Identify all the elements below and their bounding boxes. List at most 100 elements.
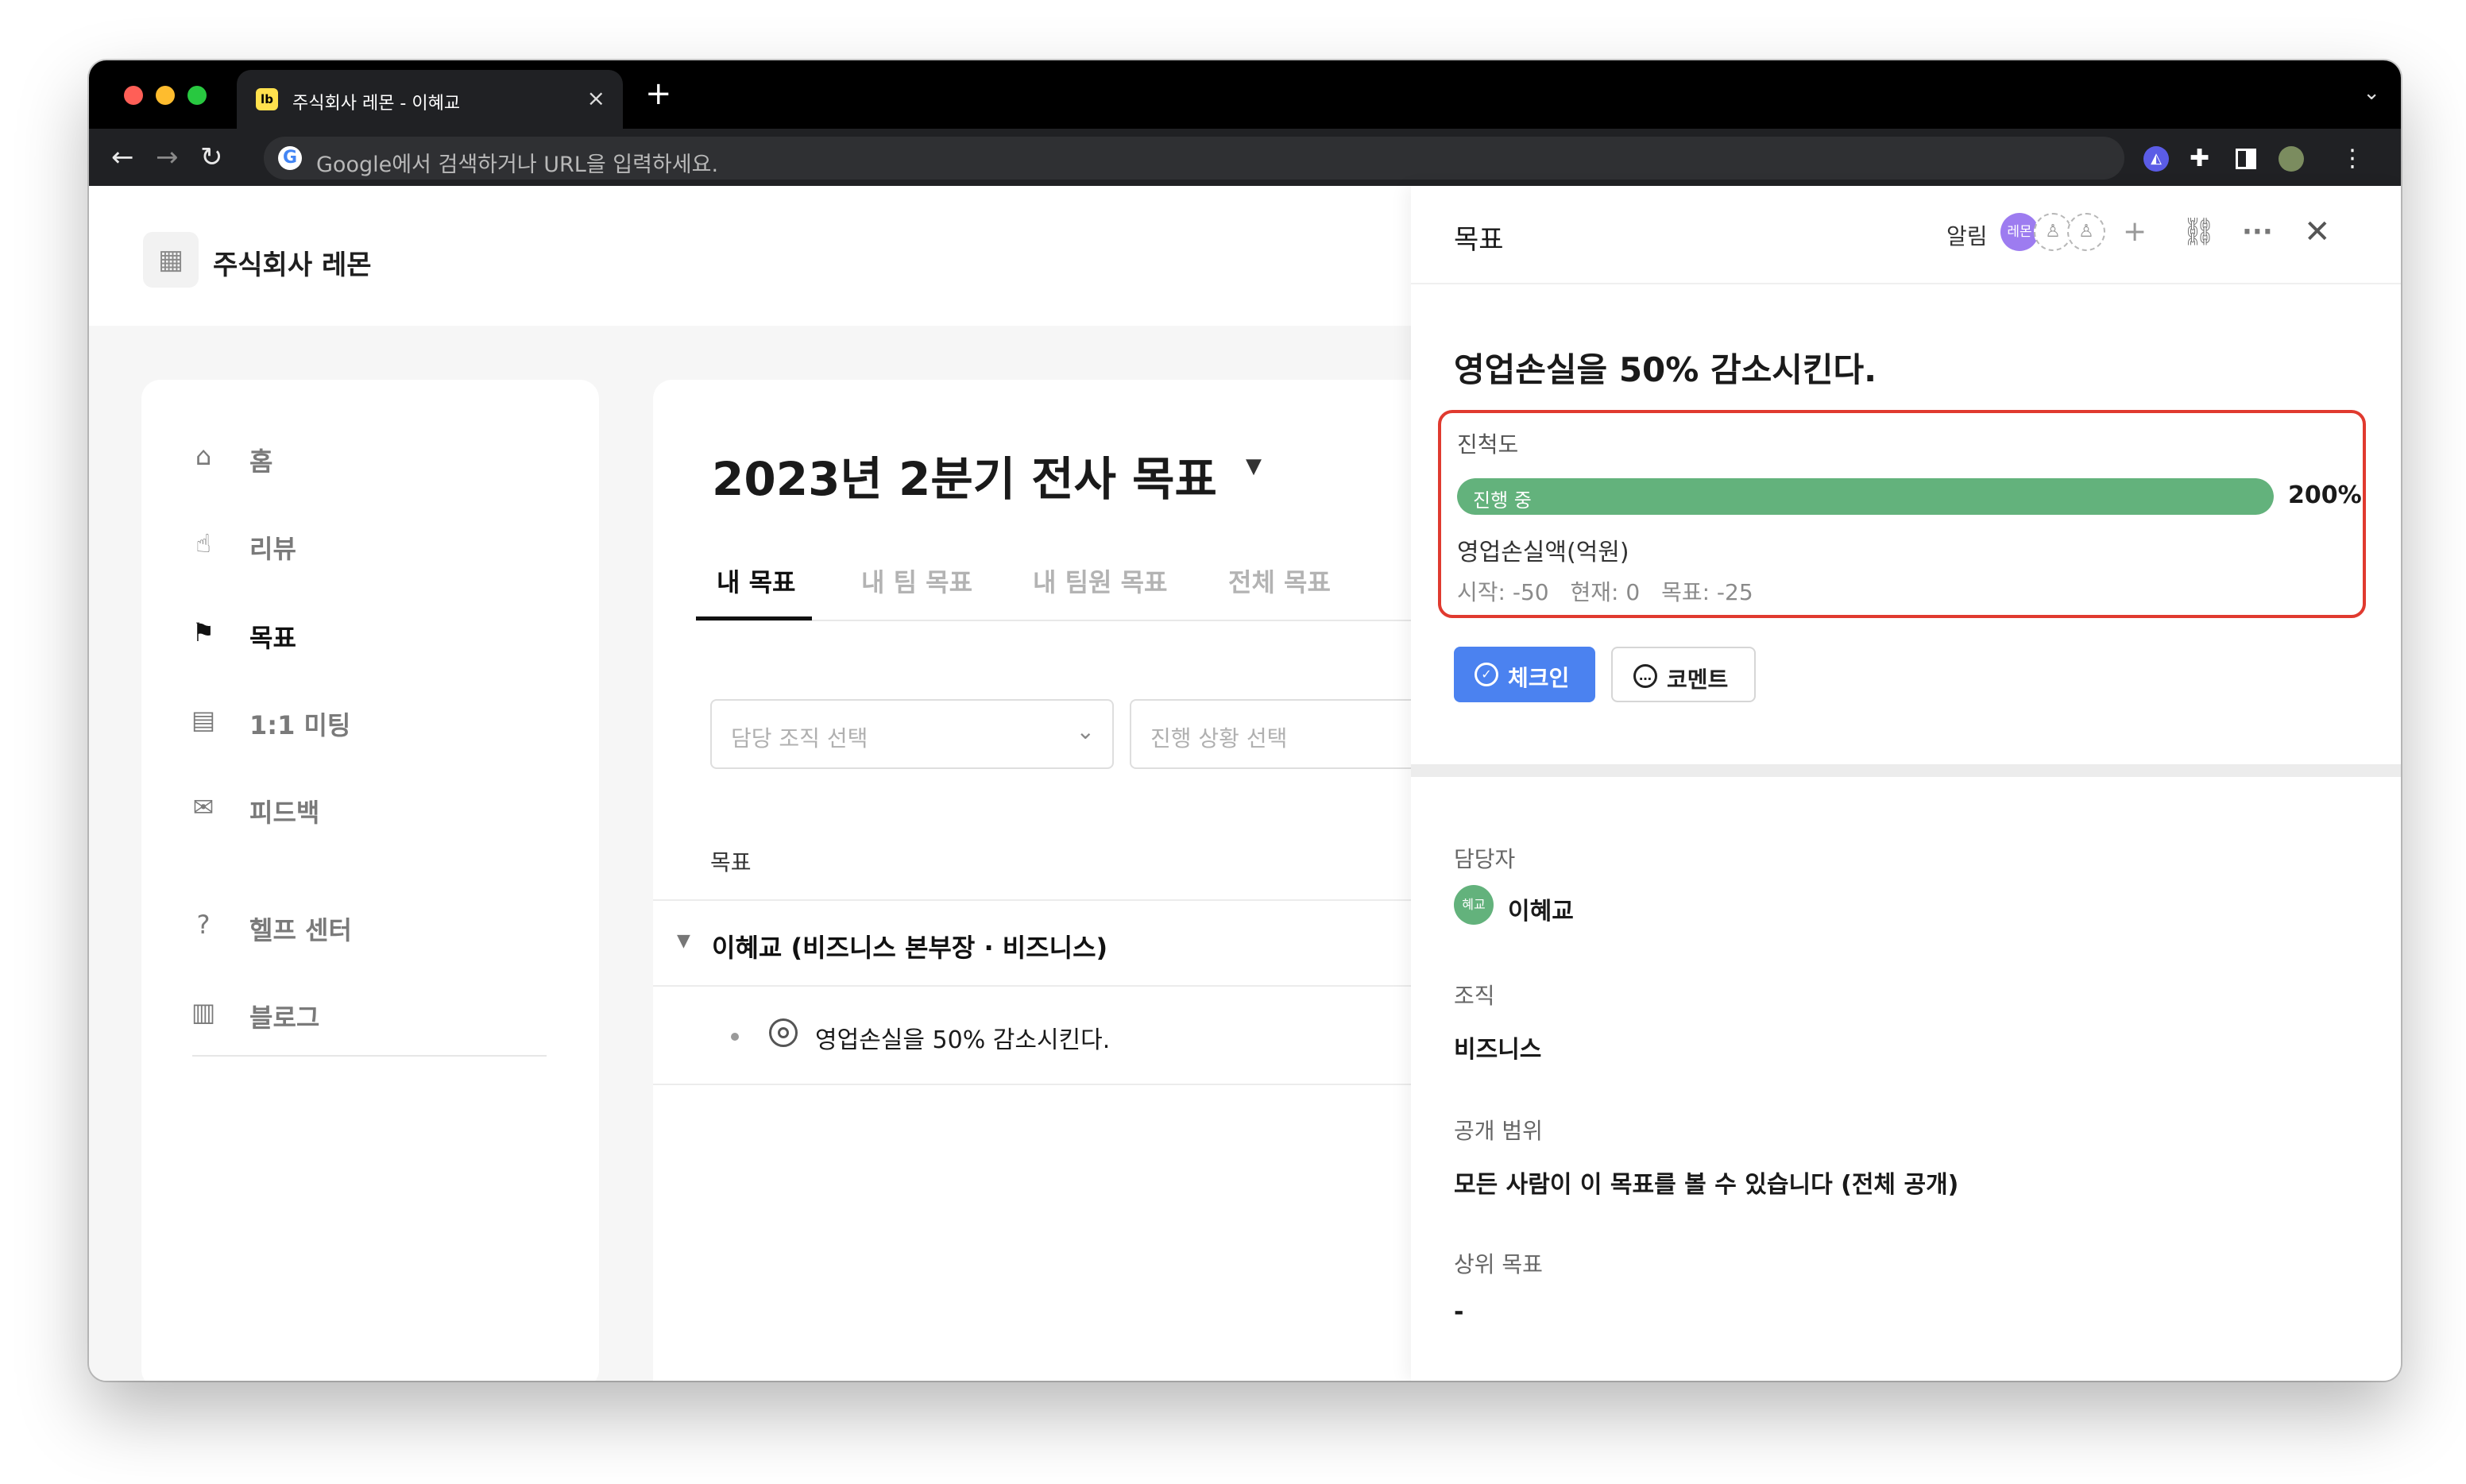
goal-item-title[interactable]: 영업손실을 50% 감소시킨다.: [815, 1020, 1110, 1055]
checkin-button[interactable]: ✓ 체크인: [1454, 647, 1595, 702]
sidebar-item-label: 피드백: [249, 798, 320, 828]
org-filter-select[interactable]: 담당 조직 선택 ⌄: [710, 699, 1114, 769]
close-icon[interactable]: ✕: [2304, 213, 2331, 251]
goal-list-item[interactable]: 영업손실을 50% 감소시킨다.: [653, 987, 1448, 1085]
extension-ai-icon[interactable]: ◭: [2143, 146, 2169, 172]
tab-bar: lb 주식회사 레몬 - 이혜교 × + ⌄: [89, 60, 2401, 129]
parent-goal-label: 상위 목표: [1454, 1251, 1543, 1277]
metric-values: 시작: -50 현재: 0 목표: -25: [1457, 575, 1768, 607]
side-panel-icon[interactable]: [2236, 149, 2256, 169]
tab-search-chevron-icon[interactable]: ⌄: [2363, 81, 2380, 105]
mail-icon: ✉: [192, 792, 215, 822]
sidebar-item-review[interactable]: ☝ 리뷰: [187, 520, 553, 567]
org-filter-placeholder: 담당 조직 선택: [731, 725, 868, 752]
org-name[interactable]: 주식회사 레몬: [213, 243, 372, 282]
progress-section: 진척도 진행 중 200% 영업손실액(억원) 시작: -50 현재: 0 목표…: [1438, 410, 2366, 618]
browser-menu-icon[interactable]: ⋮: [2340, 146, 2366, 172]
minimize-window-button[interactable]: [156, 86, 175, 105]
panel-title: 목표: [1454, 224, 1504, 256]
omnibox-placeholder: Google에서 검색하거나 URL을 입력하세요.: [316, 153, 719, 177]
browser-window: lb 주식회사 레몬 - 이혜교 × + ⌄ ← → ↻ G Google에서 …: [89, 60, 2401, 1381]
user-placeholder-icon[interactable]: ♙: [2034, 213, 2072, 251]
google-logo-icon: G: [278, 146, 302, 170]
metric-current: 현재: 0: [1570, 579, 1641, 605]
sidebar-item-label: 목표: [249, 623, 296, 653]
tab-team-member-goals[interactable]: 내 팀원 목표: [1033, 562, 1167, 599]
help-icon: ?: [196, 910, 211, 940]
sidebar: ⌂ 홈 ☝ 리뷰 ⚑ 목표 ▤ 1:1 미팅 ✉ 피드백 ? 헬프 센터 ▥ 블…: [141, 380, 599, 1381]
target-icon: [769, 1018, 798, 1047]
owner-group-row[interactable]: ▼ 이혜교 (비즈니스 본부장 · 비즈니스): [653, 899, 1448, 987]
visibility-value: 모든 사람이 이 목표를 볼 수 있습니다 (전체 공개): [1454, 1171, 1959, 1199]
sidebar-divider: [192, 1055, 547, 1057]
period-dropdown-caret-icon[interactable]: ▼: [1246, 454, 1262, 478]
extensions-puzzle-icon[interactable]: ✚: [2190, 146, 2215, 172]
sidebar-item-one-on-one[interactable]: ▤ 1:1 미팅: [187, 696, 553, 744]
metric-target: 목표: -25: [1661, 579, 1753, 605]
link-icon[interactable]: ⛓: [2182, 213, 2216, 251]
chevron-down-icon: ⌄: [1076, 718, 1095, 744]
omnibox[interactable]: G Google에서 검색하거나 URL을 입력하세요.: [264, 137, 2124, 180]
goals-main: 2023년 2분기 전사 목표 ▼ 내 목표 내 팀 목표 내 팀원 목표 전체…: [653, 380, 1448, 1381]
sidebar-item-label: 리뷰: [249, 534, 296, 564]
building-icon: ▦: [143, 232, 199, 288]
owner-avatar: 혜교: [1454, 885, 1494, 925]
profile-avatar[interactable]: [2279, 146, 2304, 172]
panel-header: 목표 알림 레몬 ♙ ♙ + ⛓ ··· ✕: [1411, 186, 2401, 284]
visibility-label: 공개 범위: [1454, 1118, 1543, 1144]
comment-button[interactable]: … 코멘트: [1611, 647, 1756, 702]
tab-my-goals[interactable]: 내 목표: [717, 562, 795, 599]
sidebar-item-blog[interactable]: ▥ 블로그: [187, 988, 553, 1036]
collapse-caret-icon[interactable]: ▼: [677, 931, 690, 951]
tab-all-goals[interactable]: 전체 목표: [1228, 562, 1331, 599]
owner-group-label: 이혜교 (비즈니스 본부장 · 비즈니스): [712, 933, 1108, 963]
goal-column-header: 목표: [710, 849, 752, 875]
section-separator: [1411, 764, 2401, 777]
sidebar-item-home[interactable]: ⌂ 홈: [187, 432, 553, 480]
close-window-button[interactable]: [124, 86, 143, 105]
goal-tabs: 내 목표 내 팀 목표 내 팀원 목표 전체 목표: [696, 548, 1448, 621]
owner-name[interactable]: 이혜교: [1508, 891, 1574, 926]
book-icon: ▥: [191, 997, 216, 1027]
back-arrow-icon[interactable]: ←: [111, 141, 134, 173]
sidebar-item-feedback[interactable]: ✉ 피드백: [187, 783, 553, 831]
comment-label: 코멘트: [1667, 667, 1729, 693]
progress-status: 진행 중: [1473, 489, 1532, 512]
goal-detail-panel: 목표 알림 레몬 ♙ ♙ + ⛓ ··· ✕ 영업손실을 50% 감소시킨다. …: [1411, 186, 2401, 1381]
sidebar-item-label: 블로그: [249, 1003, 320, 1033]
tab-my-team-goals[interactable]: 내 팀 목표: [861, 562, 972, 599]
tab-title: 주식회사 레몬 - 이혜교: [292, 94, 461, 114]
flag-icon: ⚑: [191, 617, 215, 647]
forward-arrow-icon[interactable]: →: [156, 141, 179, 173]
parent-goal-value: -: [1454, 1298, 1464, 1326]
sidebar-item-label: 헬프 센터: [249, 915, 352, 945]
reload-icon[interactable]: ↻: [200, 141, 223, 173]
favicon-icon: lb: [256, 88, 278, 110]
user-placeholder-icon[interactable]: ♙: [2067, 213, 2105, 251]
org-value: 비즈니스: [1454, 1036, 1542, 1064]
add-subscriber-icon[interactable]: +: [2123, 213, 2147, 251]
sidebar-item-help-center[interactable]: ? 헬프 센터: [187, 901, 553, 949]
new-tab-button[interactable]: +: [645, 76, 672, 111]
metric-start: 시작: -50: [1457, 579, 1549, 605]
comment-bubble-icon: …: [1633, 664, 1657, 688]
metric-name: 영업손실액(억원): [1457, 539, 1629, 566]
bullet-icon: [731, 1033, 739, 1041]
notif-subscriber-avatar[interactable]: 레몬: [2000, 213, 2039, 251]
status-filter-select[interactable]: 진행 상황 선택 ⌄: [1130, 699, 1448, 769]
checkin-label: 체크인: [1508, 665, 1570, 691]
zoom-window-button[interactable]: [187, 86, 207, 105]
address-bar: ← → ↻ G Google에서 검색하거나 URL을 입력하세요. ◭ ✚ ⋮: [89, 129, 2401, 186]
progress-bar-fill: [1457, 478, 2274, 515]
progress-label: 진척도: [1457, 431, 1519, 458]
browser-tab[interactable]: lb 주식회사 레몬 - 이혜교 ×: [237, 70, 623, 129]
goal-detail-title: 영업손실을 50% 감소시킨다.: [1454, 350, 1877, 389]
progress-percent: 200%: [2288, 481, 2362, 509]
sidebar-item-goals[interactable]: ⚑ 목표: [187, 609, 553, 656]
owner-label: 담당자: [1454, 846, 1516, 872]
notifications-label: 알림: [1946, 223, 1988, 249]
more-icon[interactable]: ···: [2242, 213, 2273, 251]
org-label: 조직: [1454, 983, 1495, 1009]
tab-close-icon[interactable]: ×: [587, 86, 605, 111]
sidebar-item-label: 홈: [249, 446, 273, 477]
